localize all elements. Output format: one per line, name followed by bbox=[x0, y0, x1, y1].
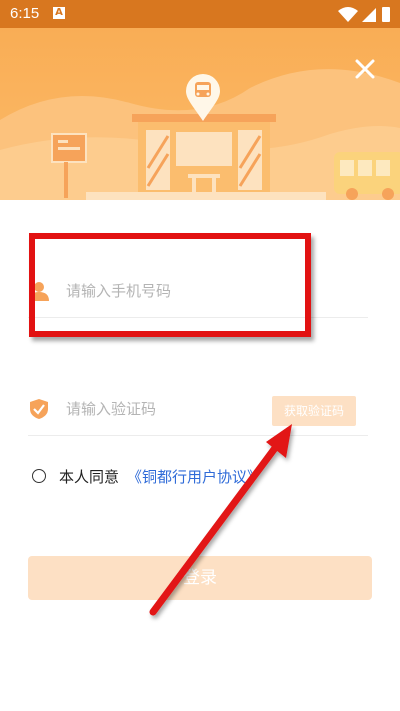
login-button[interactable]: 登录 bbox=[28, 556, 372, 600]
user-agreement-link[interactable]: 《铜都行用户协议》 bbox=[127, 466, 262, 487]
close-icon[interactable] bbox=[354, 58, 376, 80]
agreement-row: 本人同意 《铜都行用户协议》 bbox=[32, 465, 262, 487]
status-icons bbox=[338, 7, 390, 22]
code-field-row: 获取验证码 bbox=[28, 383, 368, 436]
agreement-prefix: 本人同意 bbox=[59, 467, 120, 486]
wifi-icon bbox=[338, 7, 358, 22]
bus-location-pin-icon bbox=[186, 74, 220, 121]
status-bar: 6:15 A bbox=[0, 0, 400, 28]
shield-check-icon bbox=[30, 399, 48, 419]
notification-icon: A bbox=[53, 7, 65, 19]
signal-icon bbox=[362, 8, 376, 22]
highlight-box bbox=[29, 233, 311, 337]
battery-icon bbox=[382, 7, 390, 22]
code-input[interactable] bbox=[66, 395, 286, 423]
header-banner bbox=[0, 28, 400, 200]
agree-radio[interactable] bbox=[32, 469, 46, 483]
status-time: 6:15 bbox=[10, 5, 40, 22]
get-code-button[interactable]: 获取验证码 bbox=[271, 396, 356, 426]
